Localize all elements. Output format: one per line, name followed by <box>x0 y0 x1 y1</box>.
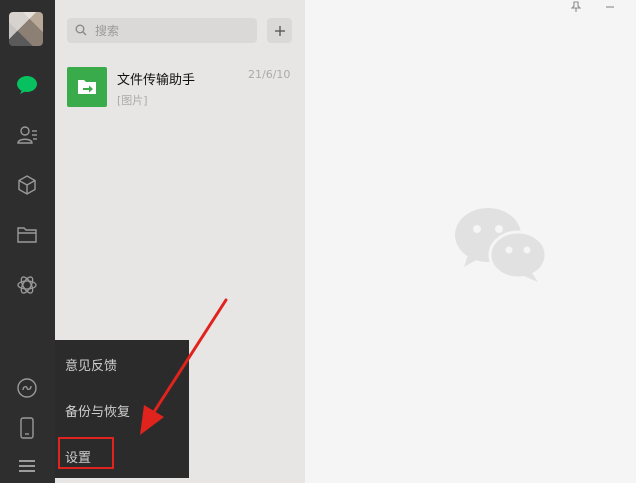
search-icon <box>75 21 87 40</box>
chat-name: 文件传输助手 <box>117 73 196 88</box>
settings-highlight-box <box>58 437 114 469</box>
chat-time: 21/6/10 <box>248 68 291 81</box>
menu-icon[interactable] <box>14 453 40 479</box>
moments-icon[interactable] <box>14 272 40 298</box>
menu-item-backup-restore[interactable]: 备份与恢复 <box>65 401 130 420</box>
pin-icon <box>571 1 581 12</box>
list-item[interactable]: 文件传输助手 21/6/10 [图片] <box>55 56 305 118</box>
chat-bubble-icon[interactable] <box>14 72 40 98</box>
minimize-button[interactable] <box>602 0 618 14</box>
contacts-icon[interactable] <box>14 122 40 148</box>
wechat-logo-icon <box>452 205 548 283</box>
minimize-icon <box>606 6 614 8</box>
plus-icon <box>274 25 285 36</box>
mini-program-icon[interactable] <box>14 375 40 401</box>
chat-preview: [图片] <box>117 94 148 107</box>
add-button[interactable] <box>267 18 292 43</box>
search-box[interactable] <box>67 18 257 43</box>
phone-icon[interactable] <box>14 415 40 441</box>
pin-button[interactable] <box>568 0 584 14</box>
annotation-arrow-icon <box>140 298 228 435</box>
sidebar <box>0 0 55 483</box>
menu-item-feedback[interactable]: 意见反馈 <box>65 355 117 374</box>
folder-icon[interactable] <box>14 222 40 248</box>
file-transfer-icon <box>67 67 107 107</box>
avatar[interactable] <box>9 12 43 46</box>
cube-icon[interactable] <box>14 172 40 198</box>
search-input[interactable] <box>93 22 247 39</box>
